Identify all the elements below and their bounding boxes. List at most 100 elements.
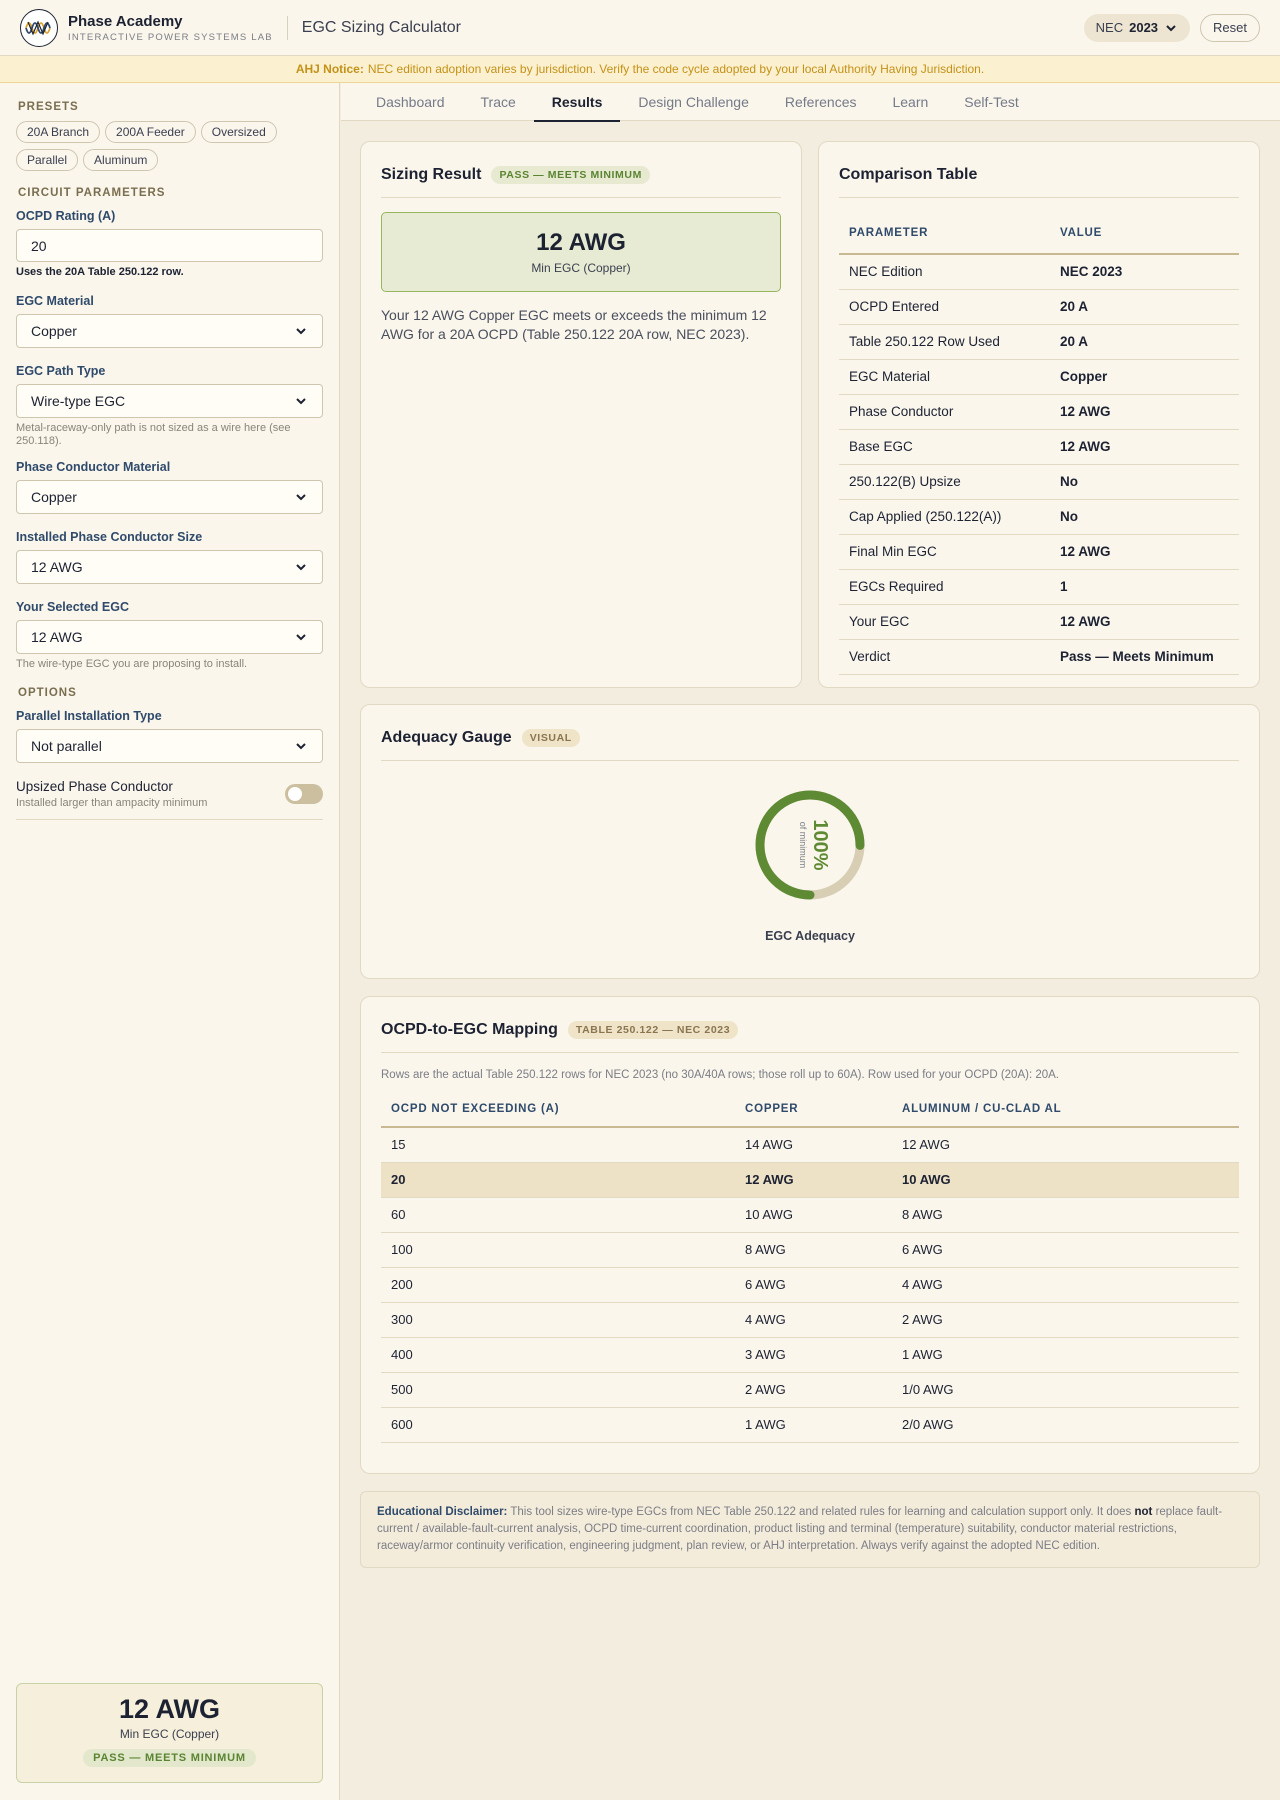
aluminum-cell: 2 AWG xyxy=(892,1302,1239,1338)
summary-egc-caption: Min EGC (Copper) xyxy=(119,1727,220,1741)
tab-references[interactable]: References xyxy=(767,83,875,121)
table-row: EGCs Required 1 xyxy=(839,569,1239,605)
brand-name: Phase Academy xyxy=(68,12,183,30)
app-header: Phase Academy INTERACTIVE POWER SYSTEMS … xyxy=(0,0,1280,56)
selected-egc-hint: The wire-type EGC you are proposing to i… xyxy=(16,658,248,670)
notice-text: NEC edition adoption varies by jurisdict… xyxy=(367,62,985,76)
chevron-down-icon xyxy=(296,398,306,405)
aluminum-cell: 8 AWG xyxy=(892,1197,1239,1233)
tab-learn[interactable]: Learn xyxy=(874,83,946,121)
value-cell: 12 AWG xyxy=(1050,604,1239,640)
parameter-cell: Final Min EGC xyxy=(839,534,1050,570)
sidebar-result-summary: 12 AWG Min EGC (Copper) PASS — MEETS MIN… xyxy=(16,1683,323,1783)
options-title: OPTIONS xyxy=(18,687,77,699)
parameter-cell: Base EGC xyxy=(839,429,1050,465)
comparison-title: Comparison Table xyxy=(839,165,978,183)
aluminum-cell: 1 AWG xyxy=(892,1337,1239,1373)
upsized-toggle[interactable] xyxy=(285,784,323,804)
result-box: 12 AWG Min EGC (Copper) xyxy=(381,212,781,292)
copper-cell: 4 AWG xyxy=(735,1302,892,1338)
value-cell: 1 xyxy=(1050,569,1239,605)
table-row: 300 4 AWG 2 AWG xyxy=(381,1302,1239,1338)
tab-trace[interactable]: Trace xyxy=(463,83,534,121)
table-row: Cap Applied (250.122(A)) No xyxy=(839,499,1239,535)
ocpd-cell: 60 xyxy=(381,1197,735,1233)
ahj-notice-banner: AHJ Notice: NEC edition adoption varies … xyxy=(0,56,1280,83)
egc-path-select[interactable]: Wire-type EGC xyxy=(16,384,323,418)
preset-20a-branch[interactable]: 20A Branch xyxy=(16,121,101,143)
aluminum-cell: 10 AWG xyxy=(892,1162,1239,1198)
ocpd-cell: 100 xyxy=(381,1232,735,1268)
adequacy-gauge-card: Adequacy Gauge VISUAL 100% of minimum EG… xyxy=(360,704,1260,979)
table-row: Base EGC 12 AWG xyxy=(839,429,1239,465)
preset-list: 20A Branch 200A Feeder Oversized Paralle… xyxy=(16,121,316,171)
table-row: EGC Material Copper xyxy=(839,359,1239,395)
gauge-value-caption: of minimum xyxy=(798,822,808,869)
table-row: OCPD Entered 20 A xyxy=(839,289,1239,325)
chevron-down-icon xyxy=(296,743,306,750)
table-row: 500 2 AWG 1/0 AWG xyxy=(381,1372,1239,1408)
egc-material-select[interactable]: Copper xyxy=(16,314,323,348)
disclaimer-label: Educational Disclaimer: xyxy=(377,1506,508,1518)
copper-cell: 10 AWG xyxy=(735,1197,892,1233)
sizing-result-title: Sizing Result xyxy=(381,165,482,183)
copper-cell: 12 AWG xyxy=(735,1162,892,1198)
phase-size-value: 12 AWG xyxy=(31,559,83,575)
parallel-value: Not parallel xyxy=(31,738,102,754)
ocpd-egc-mapping-card: OCPD-to-EGC Mapping TABLE 250.122 — NEC … xyxy=(360,996,1260,1474)
table-badge: TABLE 250.122 — NEC 2023 xyxy=(567,1020,739,1039)
value-cell: No xyxy=(1050,499,1239,535)
sidebar: PRESETS 20A Branch 200A Feeder Oversized… xyxy=(0,83,340,1800)
table-row: 250.122(B) Upsize No xyxy=(839,464,1239,500)
copper-cell: 6 AWG xyxy=(735,1267,892,1303)
gauge-value: 100% xyxy=(809,819,831,870)
value-cell: 12 AWG xyxy=(1050,429,1239,465)
parallel-select[interactable]: Not parallel xyxy=(16,729,323,763)
educational-disclaimer: Educational Disclaimer: This tool sizes … xyxy=(360,1491,1260,1568)
nec-edition-select[interactable]: NEC 2023 xyxy=(1083,13,1191,42)
aluminum-cell: 1/0 AWG xyxy=(892,1372,1239,1408)
table-row: 15 14 AWG 12 AWG xyxy=(381,1127,1239,1163)
preset-aluminum[interactable]: Aluminum xyxy=(83,149,159,171)
tab-bar: Dashboard Trace Results Design Challenge… xyxy=(341,83,1280,122)
preset-parallel[interactable]: Parallel xyxy=(16,149,79,171)
parameter-cell: 250.122(B) Upsize xyxy=(839,464,1050,500)
preset-oversized[interactable]: Oversized xyxy=(200,121,277,143)
tab-results[interactable]: Results xyxy=(533,83,621,122)
notice-label: AHJ Notice: xyxy=(295,62,364,76)
table-row: 600 1 AWG 2/0 AWG xyxy=(381,1407,1239,1443)
parameter-cell: Cap Applied (250.122(A)) xyxy=(839,499,1050,535)
tab-self-test[interactable]: Self-Test xyxy=(946,83,1036,121)
comparison-table: PARAMETER VALUE NEC Edition NEC 2023 OCPD … xyxy=(839,212,1239,675)
table-row: NEC Edition NEC 2023 xyxy=(839,254,1239,290)
value-cell: 20 A xyxy=(1050,289,1239,325)
egc-path-value: Wire-type EGC xyxy=(31,393,126,409)
summary-egc-size: 12 AWG xyxy=(118,1694,221,1724)
selected-egc-value: 12 AWG xyxy=(31,629,83,645)
parameter-cell: Table 250.122 Row Used xyxy=(839,324,1050,360)
presets-title: PRESETS xyxy=(18,101,79,113)
preset-200a-feeder[interactable]: 200A Feeder xyxy=(105,121,196,143)
ocpd-cell: 600 xyxy=(381,1407,735,1443)
ocpd-input[interactable]: 20 xyxy=(16,229,323,262)
value-cell: 12 AWG xyxy=(1050,534,1239,570)
egc-material-value: Copper xyxy=(31,323,77,339)
table-row: Your EGC 12 AWG xyxy=(839,604,1239,640)
tab-design-challenge[interactable]: Design Challenge xyxy=(620,83,767,121)
tab-dashboard[interactable]: Dashboard xyxy=(358,83,463,121)
phase-material-select[interactable]: Copper xyxy=(16,480,323,514)
selected-egc-select[interactable]: 12 AWG xyxy=(16,620,323,654)
aluminum-cell: 6 AWG xyxy=(892,1232,1239,1268)
disclaimer-text-1: This tool sizes wire-type EGCs from NEC … xyxy=(510,1506,1132,1518)
disclaimer-emphasis: not xyxy=(1134,1506,1153,1518)
parameter-cell: Phase Conductor xyxy=(839,394,1050,430)
table-row: 200 6 AWG 4 AWG xyxy=(381,1267,1239,1303)
table-row: 400 3 AWG 1 AWG xyxy=(381,1337,1239,1373)
column-header: OCPD NOT EXCEEDING (A) xyxy=(381,1091,735,1128)
reset-button[interactable]: Reset xyxy=(1200,13,1260,42)
phase-size-select[interactable]: 12 AWG xyxy=(16,550,323,584)
column-header: PARAMETER xyxy=(839,212,1050,255)
chevron-down-icon xyxy=(296,494,306,501)
table-row: Verdict Pass — Meets Minimum xyxy=(839,639,1239,675)
table-row: 100 8 AWG 6 AWG xyxy=(381,1232,1239,1268)
